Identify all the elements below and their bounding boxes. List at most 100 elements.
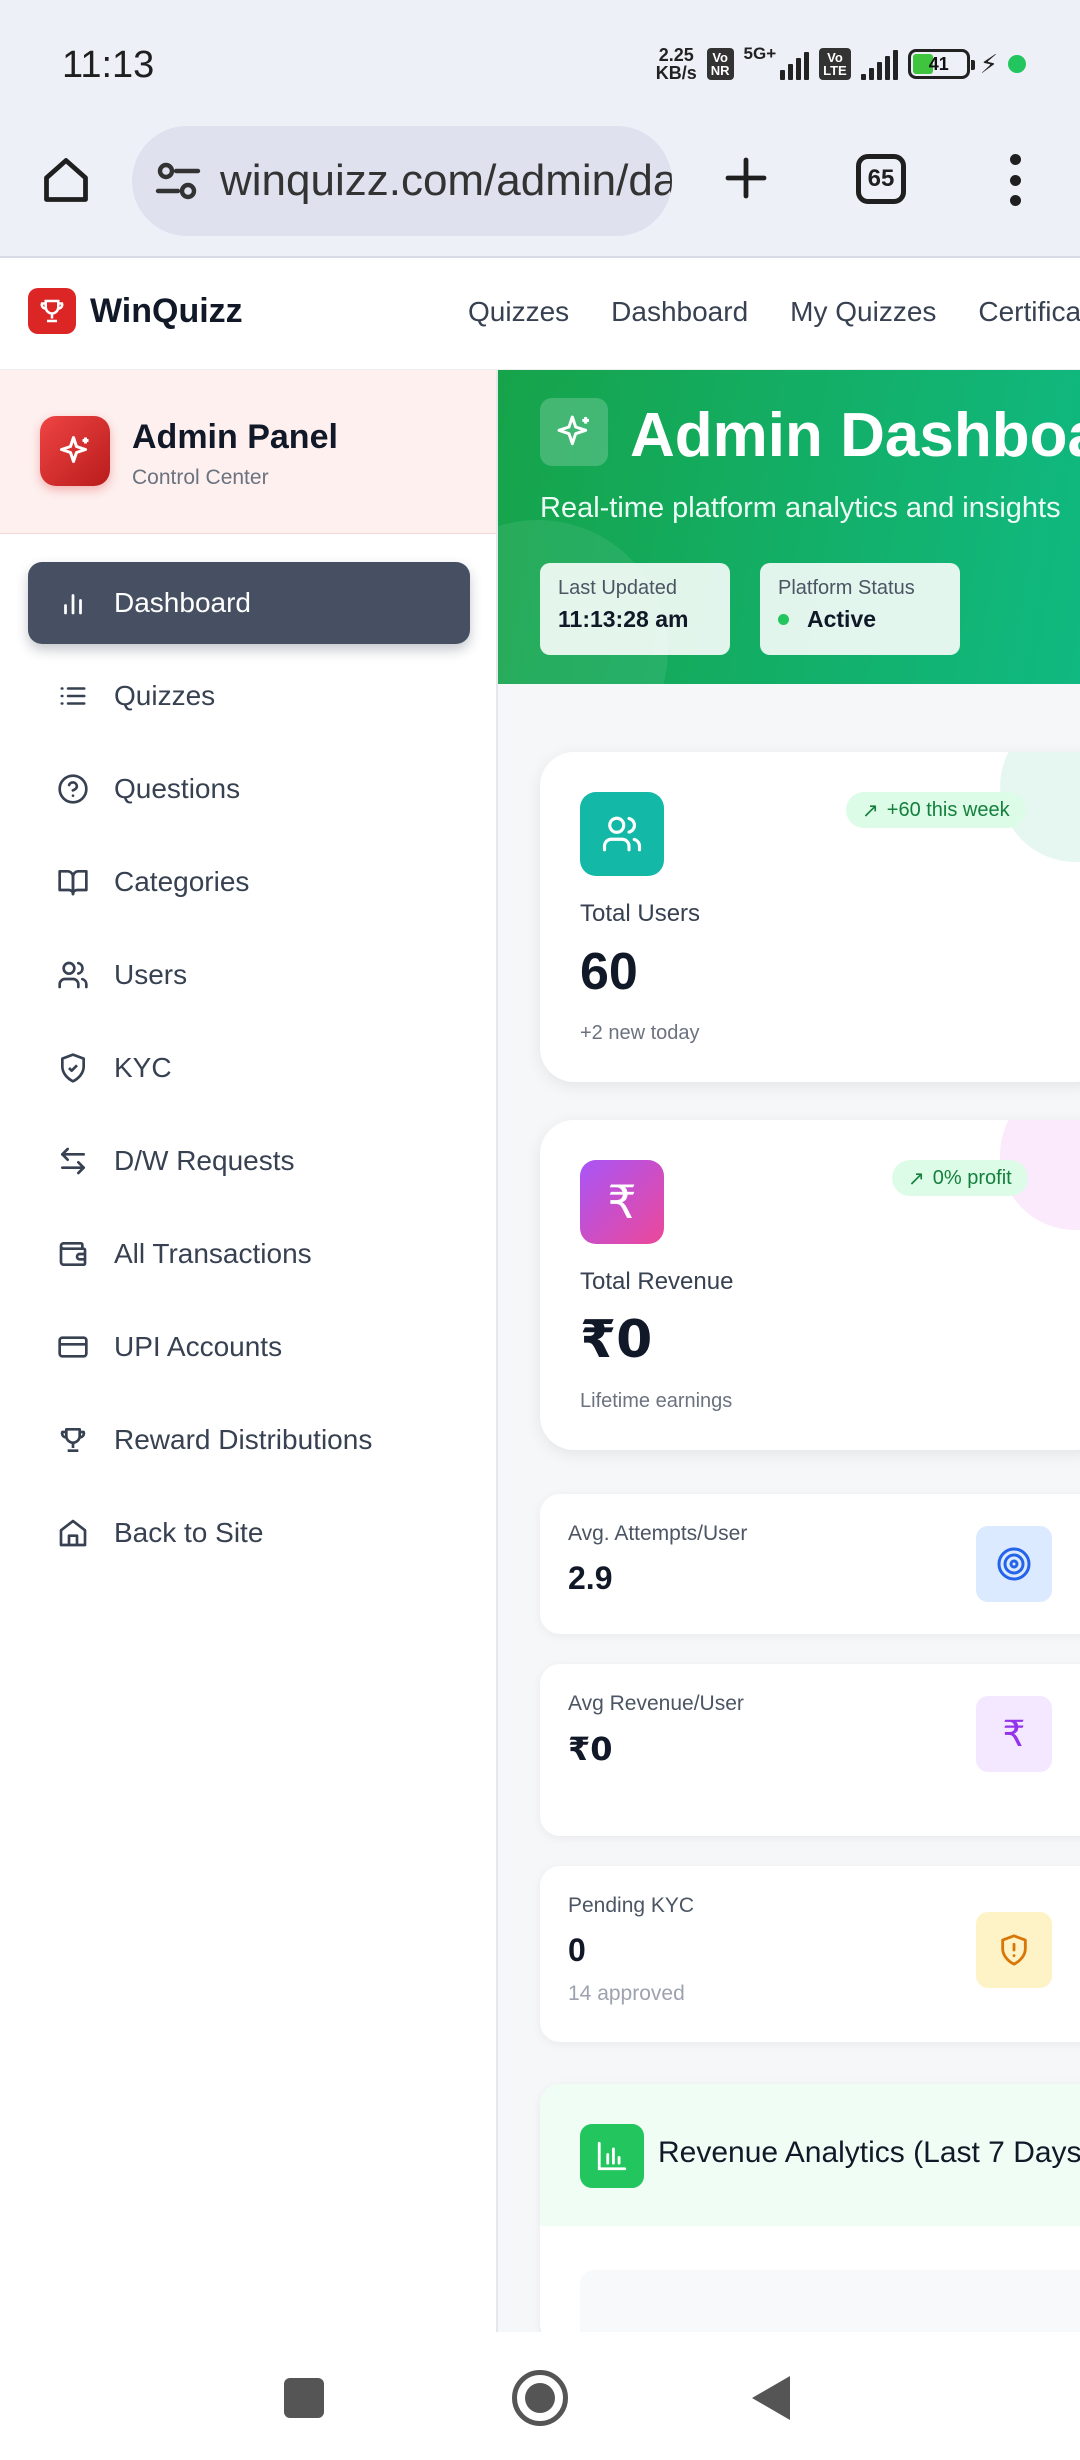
sidebar-title: Admin Panel [132, 418, 338, 456]
sidebar-item-label: Back to Site [114, 1517, 264, 1548]
sidebar-nav: Dashboard Quizzes Questions Categories U… [28, 562, 470, 1585]
sidebar-item-dashboard[interactable]: Dashboard [28, 562, 470, 644]
dashboard-hero: Admin Dashboard Real-time platform analy… [498, 370, 1080, 684]
platform-status-value: Active [807, 606, 877, 632]
revenue-analytics-header: Revenue Analytics (Last 7 Days) [540, 2084, 1080, 2226]
sidebar-item-all-transactions[interactable]: All Transactions [28, 1213, 470, 1295]
total-users-card: ↗ +60 this week Total Users 60 +2 new tod… [540, 752, 1080, 1082]
wallet-icon [56, 1237, 90, 1271]
nav-link-certificates[interactable]: Certificates [978, 296, 1080, 328]
sidebar-item-label: Reward Distributions [114, 1424, 373, 1455]
recents-button[interactable] [284, 2378, 324, 2418]
platform-status-chip: Platform Status Active [760, 563, 960, 655]
bar-chart-icon [56, 586, 90, 620]
sidebar-item-label: KYC [114, 1052, 172, 1083]
more-options-icon[interactable] [1000, 154, 1030, 206]
avg-revenue-value: ₹0 [568, 1730, 613, 1768]
nav-link-dashboard[interactable]: Dashboard [611, 296, 748, 328]
trend-badge: ↗ +60 this week [846, 792, 1026, 828]
sidebar-item-quizzes[interactable]: Quizzes [28, 655, 470, 737]
shield-alert-icon [976, 1912, 1052, 1988]
revenue-chart-placeholder [580, 2270, 1080, 2332]
users-icon [580, 792, 664, 876]
top-nav: Quizzes Dashboard My Quizzes Certificate… [468, 296, 1080, 328]
system-nav-bar [0, 2332, 1080, 2460]
pending-kyc-value: 0 [568, 1932, 586, 1968]
total-revenue-value: ₹0 [580, 1310, 653, 1370]
sidebar-item-users[interactable]: Users [28, 934, 470, 1016]
page-subtitle: Real-time platform analytics and insight… [540, 492, 1061, 524]
credit-card-icon [56, 1330, 90, 1364]
sidebar-item-reward-distributions[interactable]: Reward Distributions [28, 1399, 470, 1481]
network-speed: 2.25 KB/s [655, 45, 697, 83]
sidebar-item-questions[interactable]: Questions [28, 748, 470, 830]
list-icon [56, 679, 90, 713]
target-icon [976, 1526, 1052, 1602]
help-circle-icon [56, 772, 90, 806]
trend-badge: ↗ 0% profit [892, 1160, 1028, 1196]
sidebar-item-label: Users [114, 959, 188, 990]
users-icon [56, 958, 90, 992]
trending-up-icon: ↗ [862, 799, 879, 822]
shield-check-icon [56, 1051, 90, 1085]
sidebar-item-categories[interactable]: Categories [28, 841, 470, 923]
sidebar-item-label: All Transactions [114, 1238, 312, 1269]
trophy-logo-icon[interactable] [28, 288, 76, 334]
status-time: 11:13 [62, 44, 155, 86]
avg-attempts-card: Avg. Attempts/User 2.9 [540, 1494, 1080, 1634]
new-tab-icon[interactable] [716, 148, 776, 208]
sidebar-item-label: D/W Requests [114, 1145, 295, 1176]
trending-up-icon: ↗ [908, 1167, 925, 1190]
home-button[interactable] [512, 2370, 568, 2426]
url-text[interactable]: winquizz.com/admin/dashboard [220, 156, 672, 206]
address-bar[interactable]: winquizz.com/admin/dashboard [132, 126, 672, 236]
sidebar-item-label: Dashboard [114, 587, 251, 618]
bar-chart-icon [580, 2124, 644, 2188]
trophy-icon [56, 1423, 90, 1457]
avg-attempts-value: 2.9 [568, 1560, 613, 1596]
total-revenue-card: ₹ ↗ 0% profit Total Revenue ₹0 Lifetime e… [540, 1120, 1080, 1450]
battery-icon: 41 [907, 49, 975, 79]
brand-name[interactable]: WinQuizz [90, 292, 243, 331]
arrows-left-right-icon [56, 1144, 90, 1178]
status-dot [778, 614, 789, 625]
volte-lte-icon: Vo LTE [819, 48, 851, 80]
home-icon [56, 1516, 90, 1550]
revenue-analytics-title: Revenue Analytics (Last 7 Days) [658, 2136, 1080, 2169]
sparkles-icon [40, 416, 110, 486]
charging-icon: ⚡ [979, 48, 998, 79]
sidebar-item-back-to-site[interactable]: Back to Site [28, 1492, 470, 1574]
status-icons: 2.25 KB/s Vo NR 5G+ Vo LTE 41 ⚡ [656, 42, 1026, 86]
revenue-analytics-card: Revenue Analytics (Last 7 Days) [540, 2084, 1080, 2332]
avg-revenue-card: Avg Revenue/User ₹0 ₹ [540, 1664, 1080, 1836]
signal-icon-2 [860, 48, 898, 80]
sidebar-item-upi-accounts[interactable]: UPI Accounts [28, 1306, 470, 1388]
rupee-icon: ₹ [580, 1160, 664, 1244]
volte-icon: Vo NR [706, 48, 734, 80]
site-header: WinQuizz Quizzes Dashboard My Quizzes Ce… [0, 258, 1080, 370]
back-button[interactable] [752, 2376, 790, 2420]
sidebar-item-label: UPI Accounts [114, 1331, 283, 1362]
sidebar-item-label: Quizzes [114, 680, 216, 711]
nav-link-quizzes[interactable]: Quizzes [468, 296, 569, 328]
rupee-icon: ₹ [976, 1696, 1052, 1772]
book-open-icon [56, 865, 90, 899]
admin-sidebar: Admin Panel Control Center Dashboard Qui… [0, 370, 498, 2332]
sidebar-subtitle: Control Center [132, 466, 269, 489]
sidebar-header: Admin Panel Control Center [0, 370, 496, 534]
home-icon[interactable] [36, 150, 96, 210]
browser-toolbar: winquizz.com/admin/dashboard 65 [0, 120, 1080, 258]
privacy-indicator-icon [1008, 55, 1026, 73]
sidebar-item-kyc[interactable]: KYC [28, 1027, 470, 1109]
total-users-value: 60 [580, 943, 638, 1001]
dashboard-main: Admin Dashboard Real-time platform analy… [498, 370, 1080, 2332]
sidebar-item-label: Categories [114, 866, 250, 897]
sidebar-item-dw-requests[interactable]: D/W Requests [28, 1120, 470, 1202]
nav-link-my-quizzes[interactable]: My Quizzes [790, 296, 936, 328]
last-updated-chip: Last Updated 11:13:28 am [540, 563, 730, 655]
page-title: Admin Dashboard [630, 401, 1080, 470]
tab-switcher-button[interactable]: 65 [856, 154, 906, 204]
network-type: 5G+ [743, 44, 777, 63]
sidebar-item-label: Questions [114, 773, 241, 804]
site-settings-icon[interactable] [154, 159, 202, 208]
